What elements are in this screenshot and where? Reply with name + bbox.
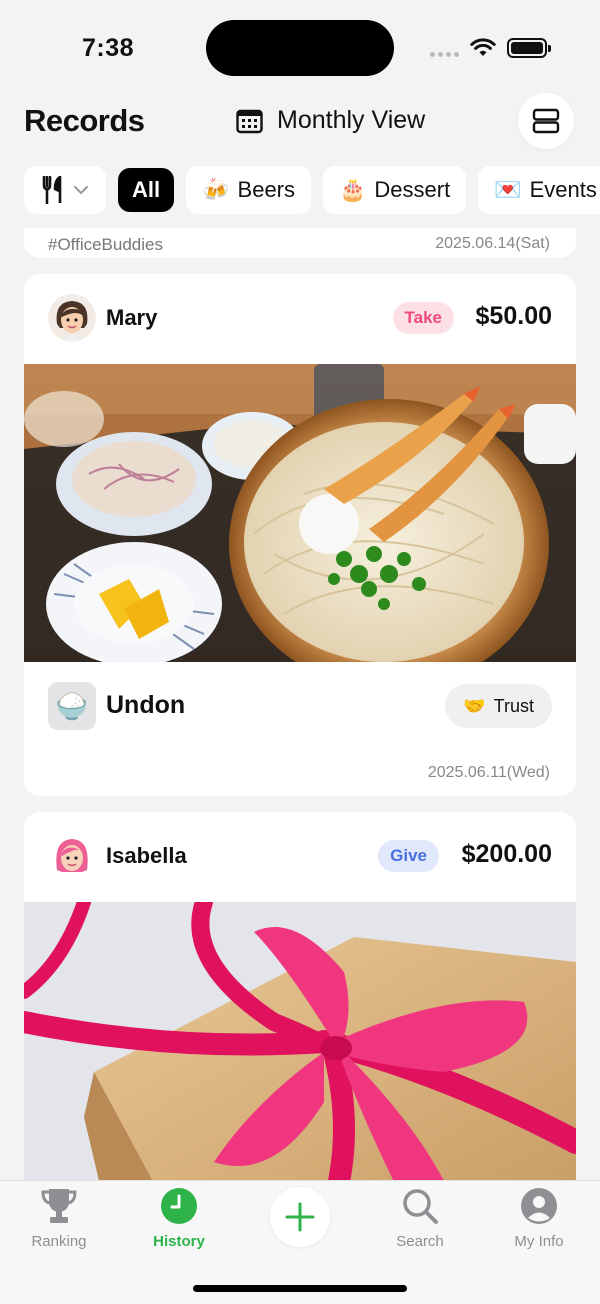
- trust-label: Trust: [493, 695, 534, 716]
- monthly-view-label: Monthly View: [277, 106, 426, 134]
- filter-chip-label: Dessert: [374, 177, 451, 202]
- avatar: [48, 294, 96, 342]
- records-list[interactable]: #OfficeBuddies 2025.06.14(Sat) Mary Take…: [24, 228, 576, 1180]
- record-header: Mary Take $50.00: [24, 274, 576, 364]
- record-photo: [24, 364, 576, 662]
- avatar: [48, 832, 96, 880]
- give-badge: Give: [378, 840, 439, 872]
- clock-icon: [161, 1188, 197, 1224]
- tab-my-info[interactable]: My Info: [489, 1187, 589, 1250]
- record-card[interactable]: #OfficeBuddies 2025.06.14(Sat): [24, 228, 576, 258]
- status-bar: 7:38: [0, 0, 600, 96]
- person-name: Mary: [106, 305, 158, 330]
- filter-chip-label: All: [132, 177, 161, 202]
- filter-chip-label: Beers: [237, 177, 296, 202]
- cake-emoji-icon: 🎂: [339, 177, 367, 202]
- filter-chip-label: Events: [529, 177, 597, 202]
- record-date: 2025.06.11(Wed): [427, 764, 550, 781]
- filter-chip-dessert[interactable]: 🎂 Dessert: [323, 166, 467, 214]
- wifi-icon: [470, 38, 496, 56]
- beers-emoji-icon: 🍻: [202, 177, 230, 202]
- record-photo: [24, 902, 576, 1180]
- home-indicator: [193, 1285, 407, 1292]
- handshake-icon: 🤝: [463, 695, 486, 716]
- tab-label: My Info: [514, 1233, 564, 1250]
- page-title: Records: [24, 103, 145, 138]
- dynamic-island: [206, 20, 394, 76]
- trust-button[interactable]: 🤝 Trust: [445, 684, 552, 728]
- record-header: Isabella Give $200.00: [24, 812, 576, 902]
- filter-chip-events[interactable]: 💌 Events: [478, 166, 600, 214]
- layout-toggle-button[interactable]: [518, 93, 574, 149]
- record-tag: #OfficeBuddies: [48, 235, 163, 254]
- category-filter-bar: All 🍻 Beers 🎂 Dessert 💌 Events: [24, 166, 600, 216]
- list-layout-icon: [532, 108, 560, 134]
- fork-knife-icon: [42, 176, 62, 204]
- tab-label: History: [153, 1233, 205, 1250]
- record-amount: $200.00: [461, 840, 552, 868]
- add-record-button[interactable]: [270, 1187, 330, 1247]
- tab-label: Ranking: [31, 1233, 87, 1250]
- filter-chip-beers[interactable]: 🍻 Beers: [186, 166, 312, 214]
- love-letter-emoji-icon: 💌: [494, 177, 522, 202]
- tab-label: Search: [396, 1233, 444, 1250]
- record-date: 2025.06.14(Sat): [435, 235, 550, 252]
- plus-icon: [285, 1202, 315, 1232]
- tab-bar: Ranking History Search My Info: [0, 1180, 600, 1304]
- trophy-icon: [41, 1189, 77, 1223]
- category-dropdown[interactable]: [24, 166, 106, 214]
- person-name: Isabella: [106, 843, 187, 868]
- chevron-down-icon: [74, 185, 88, 194]
- search-icon: [403, 1189, 438, 1224]
- person-icon: [521, 1188, 557, 1224]
- header: Records Monthly View: [0, 93, 600, 156]
- tab-search[interactable]: Search: [370, 1187, 470, 1250]
- calendar-icon: [236, 109, 263, 133]
- record-item-row: 🍚 Undon 🤝 Trust: [48, 680, 552, 730]
- take-badge: Take: [392, 302, 454, 334]
- item-name: Undon: [106, 691, 186, 719]
- record-amount: $50.00: [475, 302, 552, 330]
- monthly-view-button[interactable]: Monthly View: [236, 106, 425, 135]
- rice-bowl-icon: 🍚: [48, 682, 96, 730]
- battery-icon: [507, 38, 551, 58]
- status-time: 7:38: [82, 34, 135, 62]
- filter-chip-all[interactable]: All: [118, 168, 175, 212]
- tab-history[interactable]: History: [129, 1187, 229, 1250]
- record-card[interactable]: Mary Take $50.00 🍚 Undon 🤝 Trust 2025.06…: [24, 274, 576, 796]
- tab-ranking[interactable]: Ranking: [9, 1187, 109, 1250]
- signal-icon: [430, 52, 459, 57]
- record-card[interactable]: Isabella Give $200.00: [24, 812, 576, 1180]
